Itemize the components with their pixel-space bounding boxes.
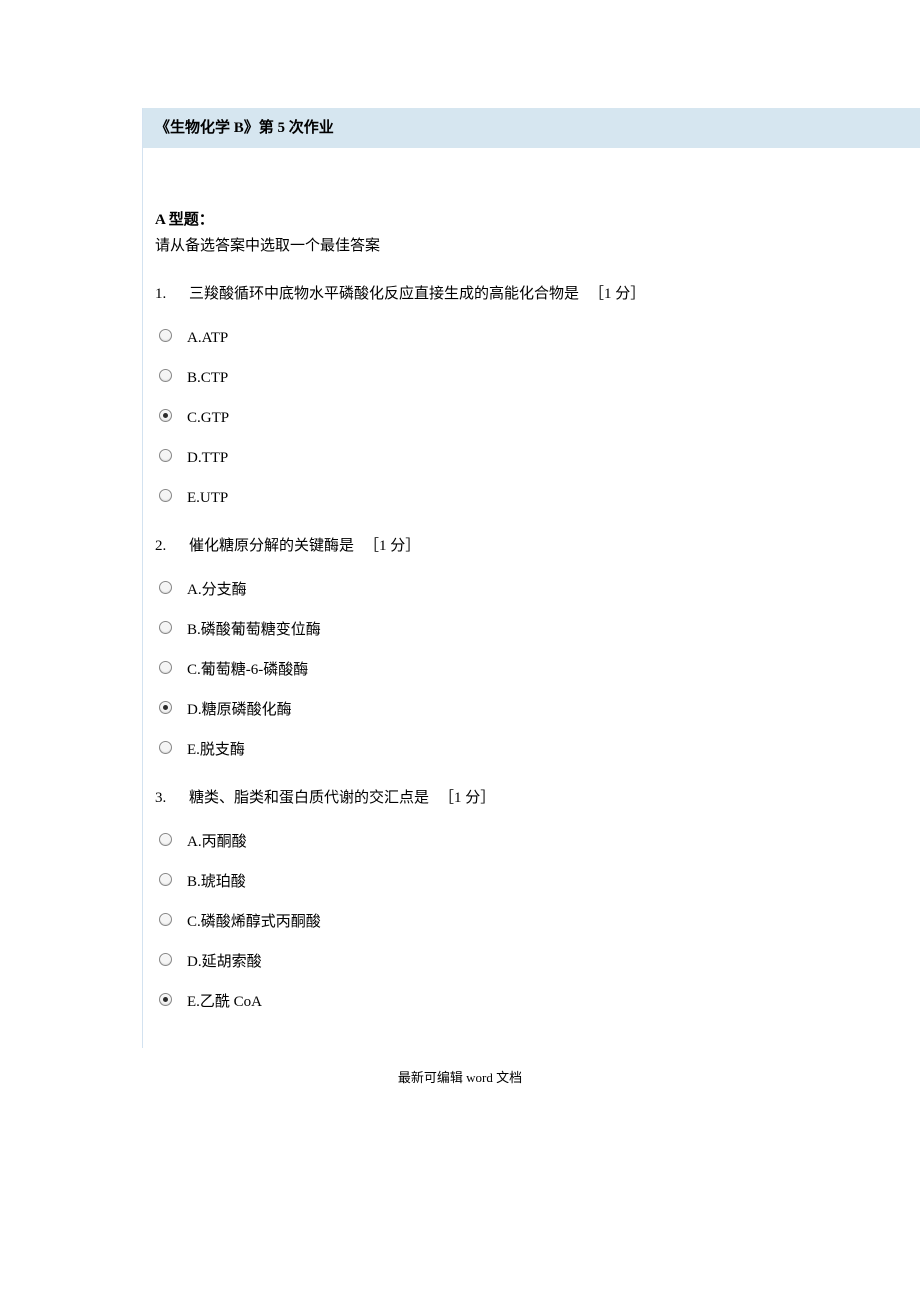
radio-button[interactable] bbox=[159, 741, 172, 754]
radio-button[interactable] bbox=[159, 449, 172, 462]
page-footer: 最新可编辑 word 文档 bbox=[0, 1068, 920, 1089]
radio-button[interactable] bbox=[159, 621, 172, 634]
question-number: 3. bbox=[155, 786, 189, 810]
radio-cell bbox=[155, 873, 187, 886]
option-label: C.磷酸烯醇式丙酮酸 bbox=[187, 904, 321, 934]
question-points: ［1 分］ bbox=[439, 790, 495, 806]
option-label: C.葡萄糖-6-磷酸酶 bbox=[187, 652, 308, 682]
question-points: ［1 分］ bbox=[364, 538, 420, 554]
question-number: 2. bbox=[155, 534, 189, 558]
radio-button[interactable] bbox=[159, 873, 172, 886]
option-label: B.CTP bbox=[187, 360, 228, 390]
option-label: D.糖原磷酸化酶 bbox=[187, 692, 292, 722]
radio-button[interactable] bbox=[159, 409, 172, 422]
footer-word: word bbox=[466, 1070, 493, 1085]
footer-prefix: 最新可编辑 bbox=[398, 1070, 466, 1085]
radio-button[interactable] bbox=[159, 993, 172, 1006]
questions-container: 1.三羧酸循环中底物水平磷酸化反应直接生成的高能化合物是［1 分］ A.ATP B.… bbox=[155, 282, 908, 1014]
radio-cell bbox=[155, 661, 187, 674]
option-label: A.ATP bbox=[187, 320, 228, 350]
radio-button[interactable] bbox=[159, 913, 172, 926]
option-label: B.琥珀酸 bbox=[187, 864, 246, 894]
question-text: 3.糖类、脂类和蛋白质代谢的交汇点是［1 分］ bbox=[155, 786, 908, 810]
option-row: C.磷酸烯醇式丙酮酸 bbox=[155, 904, 908, 934]
radio-cell bbox=[155, 581, 187, 594]
option-row: D.延胡索酸 bbox=[155, 944, 908, 974]
option-row: C.GTP bbox=[155, 400, 908, 430]
option-row: B.琥珀酸 bbox=[155, 864, 908, 894]
option-row: D.糖原磷酸化酶 bbox=[155, 692, 908, 722]
radio-cell bbox=[155, 701, 187, 714]
radio-button[interactable] bbox=[159, 329, 172, 342]
section-title: A 型题： bbox=[155, 208, 908, 232]
question-block: 3.糖类、脂类和蛋白质代谢的交汇点是［1 分］ A.丙酮酸 B.琥珀酸 C.磷酸烯醇式… bbox=[155, 786, 908, 1014]
header-title: 《生物化学 B》第 5 次作业 bbox=[155, 120, 334, 136]
option-label: D.TTP bbox=[187, 440, 228, 470]
option-row: A.ATP bbox=[155, 320, 908, 350]
option-label: C.GTP bbox=[187, 400, 229, 430]
option-label: E.脱支酶 bbox=[187, 732, 245, 762]
content-area: A 型题： 请从备选答案中选取一个最佳答案 1.三羧酸循环中底物水平磷酸化反应直… bbox=[143, 148, 920, 1048]
question-content: 催化糖原分解的关键酶是［1 分］ bbox=[189, 534, 908, 558]
option-label: A.分支酶 bbox=[187, 572, 247, 602]
radio-button[interactable] bbox=[159, 369, 172, 382]
header-bar: 《生物化学 B》第 5 次作业 bbox=[143, 108, 920, 148]
radio-cell bbox=[155, 409, 187, 422]
question-number: 1. bbox=[155, 282, 189, 306]
question-points: ［1 分］ bbox=[589, 286, 645, 302]
radio-cell bbox=[155, 993, 187, 1006]
option-row: D.TTP bbox=[155, 440, 908, 470]
question-block: 2.催化糖原分解的关键酶是［1 分］ A.分支酶 B.磷酸葡萄糖变位酶 C.葡萄糖-6… bbox=[155, 534, 908, 762]
footer-suffix: 文档 bbox=[493, 1070, 522, 1085]
radio-cell bbox=[155, 621, 187, 634]
question-text: 1.三羧酸循环中底物水平磷酸化反应直接生成的高能化合物是［1 分］ bbox=[155, 282, 908, 306]
option-row: A.丙酮酸 bbox=[155, 824, 908, 854]
option-label: D.延胡索酸 bbox=[187, 944, 262, 974]
option-row: E.UTP bbox=[155, 480, 908, 510]
radio-button[interactable] bbox=[159, 581, 172, 594]
radio-cell bbox=[155, 833, 187, 846]
option-label: A.丙酮酸 bbox=[187, 824, 247, 854]
radio-cell bbox=[155, 369, 187, 382]
radio-cell bbox=[155, 489, 187, 502]
option-row: A.分支酶 bbox=[155, 572, 908, 602]
question-content: 糖类、脂类和蛋白质代谢的交汇点是［1 分］ bbox=[189, 786, 908, 810]
question-text: 2.催化糖原分解的关键酶是［1 分］ bbox=[155, 534, 908, 558]
radio-button[interactable] bbox=[159, 489, 172, 502]
radio-cell bbox=[155, 329, 187, 342]
radio-cell bbox=[155, 953, 187, 966]
radio-cell bbox=[155, 913, 187, 926]
radio-cell bbox=[155, 741, 187, 754]
question-content: 三羧酸循环中底物水平磷酸化反应直接生成的高能化合物是［1 分］ bbox=[189, 282, 908, 306]
page-container: 《生物化学 B》第 5 次作业 A 型题： 请从备选答案中选取一个最佳答案 1.… bbox=[142, 108, 920, 1048]
option-row: B.磷酸葡萄糖变位酶 bbox=[155, 612, 908, 642]
option-row: E.乙酰 CoA bbox=[155, 984, 908, 1014]
option-label: E.UTP bbox=[187, 480, 228, 510]
option-row: B.CTP bbox=[155, 360, 908, 390]
section-subtitle: 请从备选答案中选取一个最佳答案 bbox=[155, 234, 908, 258]
radio-button[interactable] bbox=[159, 661, 172, 674]
option-label: E.乙酰 CoA bbox=[187, 984, 262, 1014]
question-block: 1.三羧酸循环中底物水平磷酸化反应直接生成的高能化合物是［1 分］ A.ATP B.… bbox=[155, 282, 908, 510]
radio-cell bbox=[155, 449, 187, 462]
option-label: B.磷酸葡萄糖变位酶 bbox=[187, 612, 321, 642]
radio-button[interactable] bbox=[159, 701, 172, 714]
radio-button[interactable] bbox=[159, 833, 172, 846]
option-row: C.葡萄糖-6-磷酸酶 bbox=[155, 652, 908, 682]
radio-button[interactable] bbox=[159, 953, 172, 966]
option-row: E.脱支酶 bbox=[155, 732, 908, 762]
